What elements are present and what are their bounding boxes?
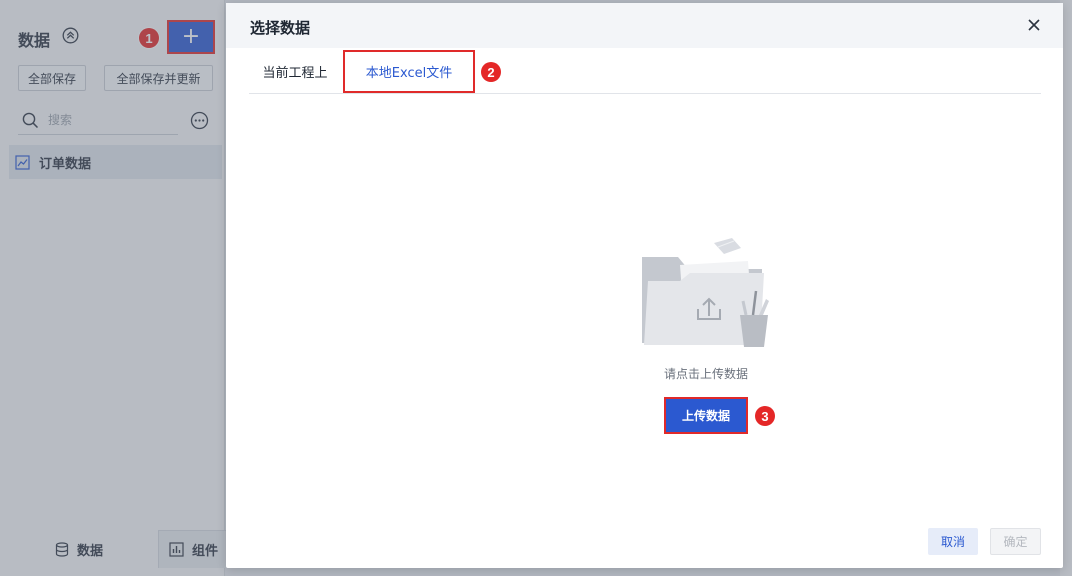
dialog-header: 选择数据 — [226, 3, 1063, 48]
close-icon[interactable] — [1027, 18, 1041, 32]
cancel-button[interactable]: 取消 — [928, 528, 978, 555]
empty-folder-icon — [642, 238, 769, 347]
select-data-dialog: 选择数据 当前工程上 本地Excel文件 2 请点击上传数据 上传数据 3 取消… — [226, 3, 1063, 568]
dialog-title: 选择数据 — [250, 19, 311, 37]
upload-data-button[interactable]: 上传数据 — [664, 397, 748, 434]
dialog-tabs: 当前工程上 本地Excel文件 2 — [249, 48, 1041, 94]
step-marker-3: 3 — [755, 406, 775, 426]
tab-current-project[interactable]: 当前工程上 — [249, 48, 341, 94]
confirm-button[interactable]: 确定 — [990, 528, 1041, 555]
tab-local-excel[interactable]: 本地Excel文件 — [343, 50, 475, 93]
step-marker-2: 2 — [481, 62, 501, 82]
empty-hint-text: 请点击上传数据 — [663, 367, 748, 381]
